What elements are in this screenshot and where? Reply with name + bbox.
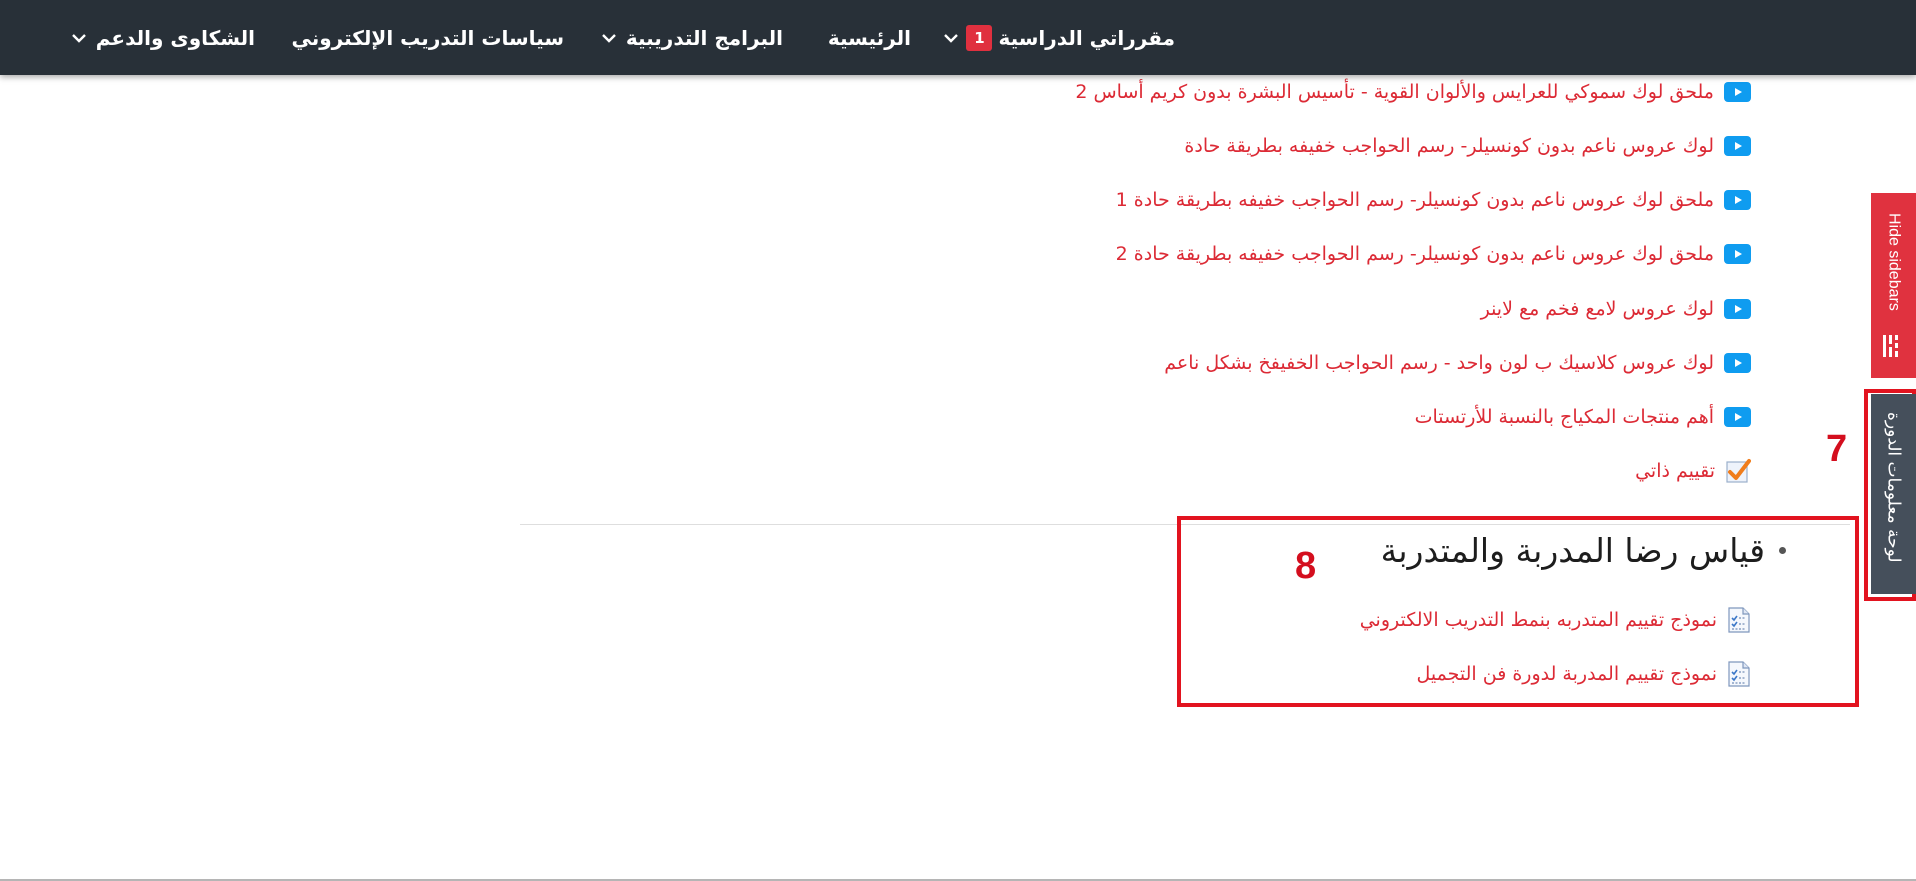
chevron-down-icon: [601, 33, 616, 43]
annotation-number-7: 7: [1826, 428, 1848, 470]
chevron-down-icon: [71, 33, 86, 43]
activity-link[interactable]: ملحق لوك عروس ناعم بدون كونسيلر- رسم الح…: [1116, 238, 1751, 270]
activity-link[interactable]: ملحق لوك عروس ناعم بدون كونسيلر- رسم الح…: [1116, 184, 1751, 216]
nav-training-programs-label: البرامج التدريبية: [625, 25, 783, 50]
top-navbar: مقرراتي الدراسية 1 الرئيسية البرامج التد…: [0, 0, 1916, 75]
sidebar-toggle-icon: [1883, 335, 1898, 357]
nav-my-courses-label: مقرراتي الدراسية: [998, 25, 1175, 50]
course-info-label: لوحة معلومات الدورة: [1883, 412, 1904, 563]
activity-label: ملحق لوك سموكي للعرايس والألوان القوية -…: [1075, 81, 1714, 103]
video-icon: [1724, 407, 1751, 427]
nav-elearning-policies[interactable]: سياسات التدريب الإلكتروني: [292, 0, 565, 75]
video-icon: [1724, 136, 1751, 156]
course-info-tab[interactable]: لوحة معلومات الدورة: [1871, 394, 1916, 594]
checkmark-quiz-icon: [1725, 458, 1751, 484]
activity-label: ملحق لوك عروس ناعم بدون كونسيلر- رسم الح…: [1115, 243, 1714, 265]
video-icon: [1724, 244, 1751, 264]
nav-training-programs[interactable]: البرامج التدريبية: [600, 0, 783, 75]
hide-sidebars-tab[interactable]: Hide sidebars: [1871, 193, 1916, 378]
activity-link[interactable]: ملحق لوك سموكي للعرايس والألوان القوية -…: [1075, 76, 1751, 108]
notification-badge: 1: [966, 24, 993, 51]
nav-home-label: الرئيسية: [827, 25, 911, 50]
annotation-box-8: [1177, 516, 1859, 707]
chevron-down-icon: [944, 33, 959, 43]
nav-home[interactable]: الرئيسية: [828, 0, 911, 75]
activity-label: لوك عروس ناعم بدون كونسيلر- رسم الحواجب …: [1184, 135, 1714, 157]
activity-label: لوك عروس لامع فخم مع لاينر: [1480, 298, 1714, 320]
nav-complaints-support-label: الشكاوى والدعم: [95, 25, 255, 50]
video-icon: [1724, 299, 1751, 319]
video-icon: [1724, 353, 1751, 373]
activity-label: أهم منتجات المكياج بالنسبة للأرتستات: [1414, 406, 1714, 428]
activity-label: ملحق لوك عروس ناعم بدون كونسيلر- رسم الح…: [1115, 189, 1714, 211]
activity-label: تقييم ذاتي: [1635, 460, 1715, 482]
activity-link[interactable]: لوك عروس لامع فخم مع لاينر: [1481, 293, 1751, 325]
video-icon: [1724, 82, 1751, 102]
annotation-number-8: 8: [1295, 545, 1317, 587]
nav-elearning-policies-label: سياسات التدريب الإلكتروني: [291, 25, 565, 50]
activity-link[interactable]: تقييم ذاتي: [1635, 455, 1751, 487]
activity-link[interactable]: لوك عروس كلاسيك ب لون واحد - رسم الحواجب…: [1164, 347, 1751, 379]
activity-link[interactable]: لوك عروس ناعم بدون كونسيلر- رسم الحواجب …: [1184, 130, 1751, 162]
nav-my-courses[interactable]: مقرراتي الدراسية 1: [942, 0, 1175, 75]
nav-complaints-support[interactable]: الشكاوى والدعم: [70, 0, 255, 75]
hide-sidebars-label: Hide sidebars: [1885, 213, 1903, 311]
activity-link[interactable]: أهم منتجات المكياج بالنسبة للأرتستات: [1415, 401, 1751, 433]
activity-label: لوك عروس كلاسيك ب لون واحد - رسم الحواجب…: [1164, 352, 1714, 374]
video-icon: [1724, 190, 1751, 210]
